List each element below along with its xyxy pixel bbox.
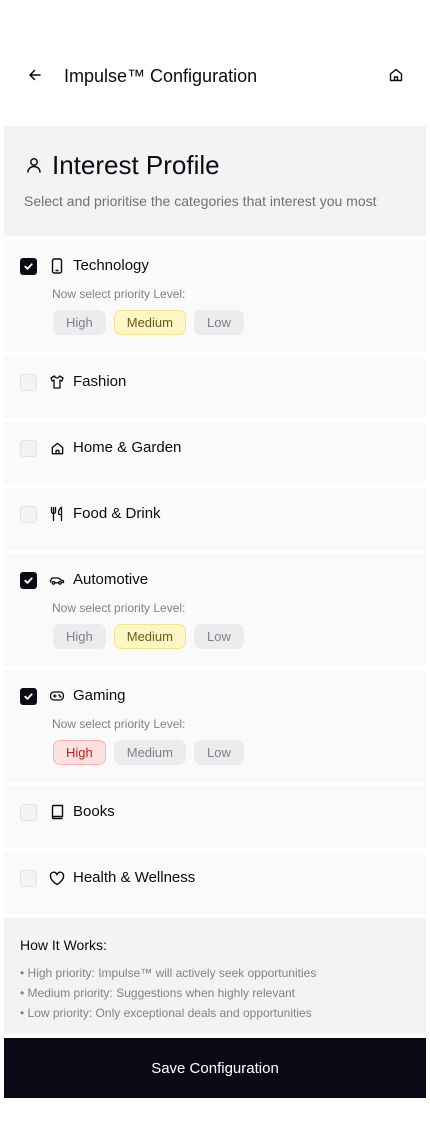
category-automotive: Automotive Now select priority Level: Hi…: [4, 554, 426, 666]
list-item: • Low priority: Only exceptional deals a…: [20, 1006, 312, 1020]
gaming-checkbox[interactable]: [20, 687, 37, 705]
page-title: Impulse™ Configuration: [64, 66, 258, 86]
back-button[interactable]: [24, 64, 46, 86]
technology-checkbox[interactable]: [20, 257, 37, 275]
priority-high-chip[interactable]: High: [53, 740, 106, 765]
arrow-left-icon: [29, 69, 41, 81]
check-icon: [24, 692, 33, 700]
utensils-icon: [49, 506, 65, 522]
category-label: Books: [73, 803, 115, 820]
check-icon: [24, 576, 33, 584]
check-icon: [24, 262, 33, 270]
profile-title: Interest Profile: [52, 150, 220, 180]
shirt-icon: [49, 374, 65, 390]
top-bar: Impulse™ Configuration: [0, 56, 430, 96]
how-it-works-panel: How It Works: • High priority: Impulse™ …: [4, 918, 426, 1034]
category-technology: Technology Now select priority Level: Hi…: [4, 240, 426, 352]
food-drink-checkbox[interactable]: [20, 505, 37, 523]
category-label: Gaming: [73, 687, 126, 704]
user-icon: [24, 155, 44, 175]
priority-selector: High Medium Low: [53, 740, 252, 765]
home-button[interactable]: [386, 65, 406, 85]
category-label: Food & Drink: [73, 505, 161, 522]
category-books: Books: [4, 786, 426, 848]
list-item: • High priority: Impulse™ will actively …: [20, 966, 317, 980]
priority-high-chip[interactable]: High: [53, 624, 106, 649]
heart-icon: [49, 870, 65, 886]
category-label: Health & Wellness: [73, 869, 196, 886]
priority-hint: Now select priority Level:: [52, 287, 186, 301]
books-checkbox[interactable]: [20, 803, 37, 821]
interest-profile-card: Interest Profile Select and prioritise t…: [4, 126, 426, 236]
priority-medium-chip[interactable]: Medium: [113, 310, 186, 335]
priority-medium-chip[interactable]: Medium: [113, 624, 186, 649]
how-it-works-title: How It Works:: [20, 937, 107, 953]
priority-low-chip[interactable]: Low: [194, 310, 244, 335]
health-wellness-checkbox[interactable]: [20, 869, 37, 887]
priority-low-chip[interactable]: Low: [194, 740, 244, 765]
smartphone-icon: [49, 258, 65, 274]
home-icon: [49, 440, 65, 456]
list-item: • Medium priority: Suggestions when high…: [20, 986, 296, 1000]
home-icon: [389, 68, 403, 82]
gamepad-icon: [49, 688, 65, 704]
priority-high-chip[interactable]: High: [53, 310, 106, 335]
category-label: Home & Garden: [73, 439, 182, 456]
profile-subtitle: Select and prioritise the categories tha…: [24, 193, 377, 209]
category-label: Technology: [73, 257, 149, 274]
category-home-garden: Home & Garden: [4, 422, 426, 484]
category-label: Automotive: [73, 571, 149, 588]
book-icon: [49, 804, 65, 820]
car-icon: [49, 572, 65, 588]
how-it-works-list: • High priority: Impulse™ will actively …: [20, 963, 316, 1023]
priority-selector: High Medium Low: [53, 624, 252, 649]
save-configuration-button[interactable]: Save Configuration: [4, 1038, 426, 1098]
priority-hint: Now select priority Level:: [52, 601, 186, 615]
category-fashion: Fashion: [4, 356, 426, 418]
category-label: Fashion: [73, 373, 127, 390]
category-health-wellness: Health & Wellness: [4, 852, 426, 914]
category-food-drink: Food & Drink: [4, 488, 426, 550]
priority-low-chip[interactable]: Low: [194, 624, 244, 649]
automotive-checkbox[interactable]: [20, 571, 37, 589]
priority-medium-chip[interactable]: Medium: [113, 740, 186, 765]
fashion-checkbox[interactable]: [20, 373, 37, 391]
priority-selector: High Medium Low: [53, 310, 252, 335]
priority-hint: Now select priority Level:: [52, 717, 186, 731]
home-garden-checkbox[interactable]: [20, 439, 37, 457]
category-gaming: Gaming Now select priority Level: High M…: [4, 670, 426, 782]
